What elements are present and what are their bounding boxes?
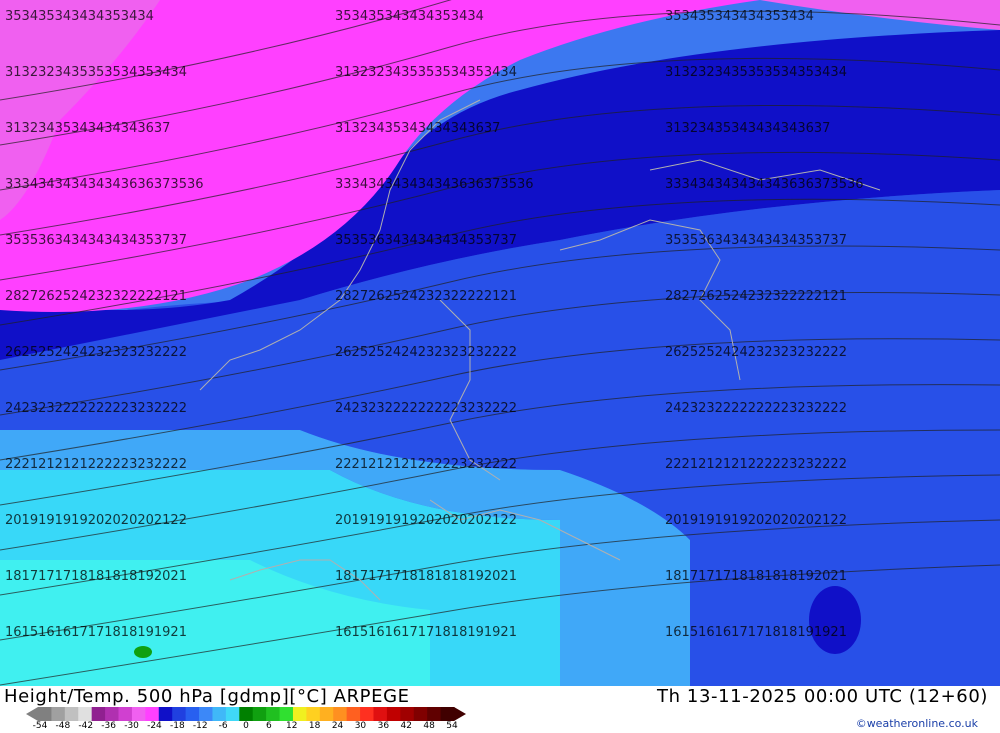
legend-tick-label: 18 — [308, 721, 321, 731]
credit-link[interactable]: ©weatheronline.co.uk — [856, 717, 978, 730]
legend-swatch — [172, 707, 187, 721]
contour-label: 2019191919202020202122 — [335, 513, 517, 528]
legend-swatch — [91, 707, 106, 721]
map-valid-time: Th 13-11-2025 00:00 UTC (12+60) — [657, 686, 988, 707]
contour-label: 3535363434343434353737 — [5, 233, 187, 248]
legend-swatch — [225, 707, 240, 721]
legend-tick-label: 30 — [354, 721, 367, 731]
legend-swatch — [319, 707, 334, 721]
contour-label: 1817171718181818192021 — [665, 569, 847, 584]
green-blob — [134, 646, 152, 658]
temperature-contour-map: 353435343434353434 353435343434353434 3534… — [0, 0, 1000, 686]
contour-label: 3132323435353534353434 — [665, 65, 847, 80]
legend-tick-label: -42 — [78, 721, 94, 731]
legend-swatch — [239, 707, 254, 721]
legend-tick-label: 12 — [286, 721, 298, 731]
contour-label: 2625252424232323232222 — [5, 345, 187, 360]
legend-tick-label: 0 — [243, 721, 249, 731]
contour-label: 333434343434343636373536 — [335, 177, 534, 192]
legend-tick-label: 48 — [423, 721, 435, 731]
contour-label: 333434343434343636373536 — [5, 177, 204, 192]
map-title: Height/Temp. 500 hPa [gdmp][°C] ARPEGE — [4, 686, 410, 707]
contour-label: 2827262524232322222121 — [5, 289, 187, 304]
weather-map: 353435343434353434 353435343434353434 3534… — [0, 0, 1000, 686]
legend-swatch — [51, 707, 66, 721]
contour-label: 3132323435353534353434 — [335, 65, 517, 80]
contour-label: 2221212121222223232222 — [665, 457, 847, 472]
contour-label: 353435343434353434 — [335, 9, 484, 24]
legend-swatch — [333, 707, 348, 721]
contour-label: 2625252424232323232222 — [335, 345, 517, 360]
contour-label: 2221212121222223232222 — [335, 457, 517, 472]
legend-swatch — [199, 707, 213, 721]
contour-label: 333434343434343636373536 — [665, 177, 864, 192]
contour-label: 31323435343434343637 — [335, 121, 500, 136]
legend-swatch — [266, 707, 281, 721]
contour-label: 1615161617171818191921 — [5, 625, 187, 640]
contour-label: 3132323435353534353434 — [5, 65, 187, 80]
legend-swatch — [360, 707, 374, 721]
contour-label: 2019191919202020202122 — [5, 513, 187, 528]
legend-tick-label: 24 — [331, 721, 344, 731]
legend-tick-label: 36 — [377, 721, 390, 731]
legend-tick-label: -48 — [55, 721, 71, 731]
legend-swatch — [252, 707, 267, 721]
contour-label: 3535363434343434353737 — [665, 233, 847, 248]
legend-tick-label: -12 — [192, 721, 208, 731]
contour-label: 2827262524232322222121 — [665, 289, 847, 304]
legend-swatch — [118, 707, 133, 721]
legend-tick-label: -24 — [147, 721, 162, 731]
contour-label: 2827262524232322222121 — [335, 289, 517, 304]
contour-label: 3535363434343434353737 — [335, 233, 517, 248]
legend-swatch — [185, 707, 200, 721]
legend-tick-labels: -54 -48 -42 -36 -30 -24 -18 -12 -6 0 6 12 18 24 30 36 42… — [30, 721, 470, 733]
legend-swatch — [373, 707, 388, 721]
contour-label: 2423232222222223232222 — [665, 401, 847, 416]
legend-right-arrow — [454, 707, 466, 721]
legend-tick-label: 42 — [400, 721, 412, 731]
legend-swatch — [64, 707, 79, 721]
legend-swatch — [306, 707, 321, 721]
legend-swatch — [279, 707, 294, 721]
legend-swatch — [212, 707, 227, 721]
contour-label: 31323435343434343637 — [5, 121, 170, 136]
color-legend-bar — [26, 707, 466, 721]
legend-tick-label: -36 — [101, 721, 117, 731]
contour-label: 2625252424232323232222 — [665, 345, 847, 360]
legend-tick-label: -54 — [32, 721, 48, 731]
legend-swatch — [158, 707, 173, 721]
contour-label: 2423232222222223232222 — [5, 401, 187, 416]
contour-label: 1615161617171818191921 — [665, 625, 847, 640]
contour-label: 2423232222222223232222 — [335, 401, 517, 416]
legend-swatch — [38, 707, 52, 721]
legend-swatch — [400, 707, 415, 721]
legend-swatch — [346, 707, 361, 721]
legend-swatch — [131, 707, 146, 721]
contour-label: 2019191919202020202122 — [665, 513, 847, 528]
contour-label: 2221212121222223232222 — [5, 457, 187, 472]
legend-swatch — [440, 707, 455, 721]
contour-label: 1817171718181818192021 — [335, 569, 517, 584]
contour-label: 1817171718181818192021 — [5, 569, 187, 584]
legend-swatch — [145, 707, 160, 721]
legend-swatch — [292, 707, 307, 721]
legend-tick-label: 6 — [266, 721, 272, 731]
legend-tick-label: -30 — [124, 721, 139, 731]
contour-label: 353435343434353434 — [665, 9, 814, 24]
contour-label: 31323435343434343637 — [665, 121, 830, 136]
legend-tick-label: 54 — [446, 721, 458, 731]
legend-left-arrow — [26, 707, 38, 721]
legend-swatch — [427, 707, 442, 721]
legend-swatch — [386, 707, 401, 721]
legend-tick-label: -18 — [169, 721, 185, 731]
map-footer: Height/Temp. 500 hPa [gdmp][°C] ARPEGE T… — [0, 686, 1000, 733]
legend-swatch — [105, 707, 120, 721]
contour-label: 1615161617171818191921 — [335, 625, 517, 640]
legend-swatch — [413, 707, 428, 721]
legend-swatch — [78, 707, 93, 721]
contour-label: 353435343434353434 — [5, 9, 154, 24]
dark-blue-blob — [809, 586, 861, 654]
legend-tick-label: -6 — [218, 721, 228, 731]
